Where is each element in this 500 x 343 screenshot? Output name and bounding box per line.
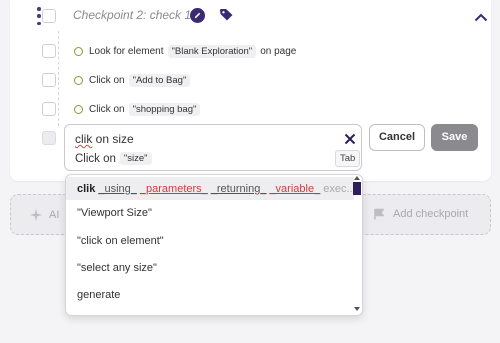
step-status-icon	[74, 75, 83, 85]
autocomplete-suggestion[interactable]: Click on "size"	[75, 152, 152, 165]
template-placeholder: _returning_	[210, 182, 267, 195]
template-placeholder: _using_	[98, 182, 137, 195]
ai-label: AI	[49, 209, 60, 221]
add-checkpoint-button[interactable]: Add checkpoint	[373, 208, 468, 220]
dropdown-keyword: clik	[77, 182, 96, 195]
flag-icon	[374, 208, 385, 220]
step-status-icon	[74, 46, 83, 56]
template-truncated-text: exec...	[323, 182, 354, 195]
autocomplete-dropdown: clik _using_ _parameters_ _returning_ _v…	[65, 174, 363, 316]
typed-text-rest: on size	[92, 132, 134, 146]
step-row[interactable]: Click on "shopping bag"	[74, 100, 201, 118]
dropdown-item[interactable]: "click on element"	[66, 229, 354, 252]
dropdown-item[interactable]: "select any size"	[66, 256, 354, 279]
dropdown-scrollbar[interactable]	[352, 175, 362, 315]
step-checkbox[interactable]	[42, 44, 56, 58]
step-row[interactable]: Look for element "Blank Exploration" on …	[74, 42, 296, 60]
suggestion-chip: "size"	[119, 152, 152, 165]
step-editor-text[interactable]: clik on size	[75, 132, 134, 146]
misspelled-word: clik	[75, 132, 93, 146]
checkpoint-title: Checkpoint 2: check 1	[73, 8, 192, 22]
template-placeholder: _parameters_	[139, 182, 208, 195]
step-element-chip: "Blank Exploration"	[167, 44, 257, 58]
suggestion-prefix: Click on	[75, 152, 116, 165]
collapse-chevron-icon[interactable]	[474, 9, 488, 27]
step-checkbox[interactable]	[42, 73, 56, 87]
cancel-button[interactable]: Cancel	[369, 124, 425, 151]
tab-key-hint: Tab	[335, 150, 361, 167]
scrollbar-thumb[interactable]	[353, 182, 361, 195]
step-status-icon	[74, 104, 83, 114]
step-text: Look for element	[89, 45, 164, 57]
add-checkpoint-label: Add checkpoint	[393, 208, 469, 220]
checkpoint-checkbox[interactable]	[42, 9, 56, 23]
scroll-down-arrow-icon[interactable]	[354, 307, 360, 311]
tag-icon[interactable]	[219, 8, 234, 27]
step-element-chip: "shopping bag"	[128, 102, 201, 116]
new-step-checkbox	[42, 131, 56, 145]
step-text-after: on page	[260, 45, 297, 57]
ai-sparkle-icon	[30, 209, 42, 221]
template-placeholder: _variable_	[269, 182, 321, 195]
step-text: Click on	[89, 74, 125, 86]
step-editor-input[interactable]: clik on size Click on "size" Tab	[64, 124, 362, 171]
clear-input-close-icon[interactable]	[344, 132, 356, 150]
scroll-up-arrow-icon[interactable]	[354, 176, 360, 180]
step-element-chip: "Add to Bag"	[128, 73, 191, 87]
step-row[interactable]: Click on "Add to Bag"	[74, 71, 191, 89]
dropdown-item[interactable]: generate	[66, 283, 354, 306]
ai-button[interactable]: AI	[29, 208, 59, 222]
save-button[interactable]: Save	[431, 124, 478, 151]
edit-icon[interactable]	[190, 8, 205, 23]
step-connector-line	[58, 31, 59, 126]
step-text: Click on	[89, 103, 125, 115]
dropdown-item[interactable]: clik _using_ _parameters_ _returning_ _v…	[66, 177, 354, 200]
step-checkbox[interactable]	[42, 102, 56, 116]
dropdown-item[interactable]: "Viewport Size"	[66, 201, 354, 224]
